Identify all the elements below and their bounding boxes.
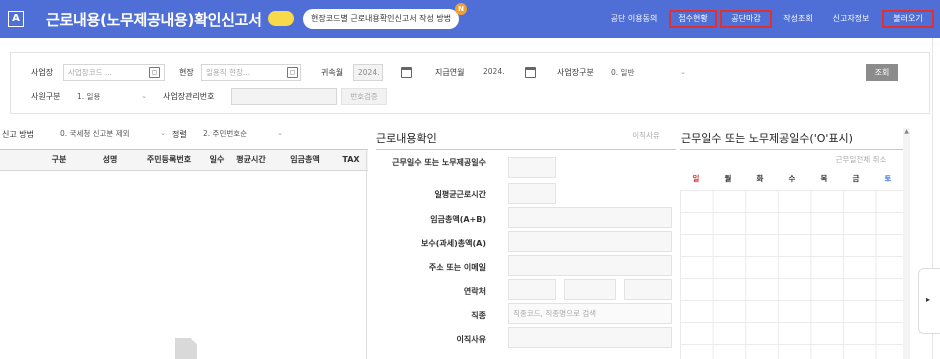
pay-year-label: 지급연월 [435,68,465,77]
report-method-label: 신고 방법 [2,130,34,139]
consent-button[interactable]: 공단 이용동의 [603,10,665,28]
col-avg-hours[interactable]: 평균시간 [230,150,272,170]
calendar-divider [680,149,908,150]
emp-type-select[interactable]: 1. 일용 ⌄ [77,88,147,105]
pay-year-input[interactable]: 2024. [479,64,515,81]
app-title: 근로내용(노무제공내용)확인신고서 [46,11,262,29]
employee-table-header: 구분 성명 주민등록번호 일수 평균시간 임금총액 TAX [0,149,368,171]
site-lookup-icon[interactable]: ▢ [149,67,160,78]
pay-year-calendar-icon[interactable] [525,67,536,78]
job-type-label: 직종 [471,311,486,320]
clear-all-days-button[interactable]: 근무일전체 취소 [822,152,900,169]
weekday-tue: 화 [756,174,764,183]
belong-month-input[interactable]: 2024. [353,64,383,81]
sort-select[interactable]: 2. 주민번호순 ⌄ [203,125,283,142]
col-rrn[interactable]: 주민등록번호 [136,150,202,170]
reporter-info-button[interactable]: 신고자정보 [824,10,878,28]
chevron-down-icon: ⌄ [160,129,166,137]
table-divider [366,149,367,359]
work-confirm-divider [376,149,676,150]
address-email-label: 주소 또는 이메일 [428,263,486,272]
chevron-down-icon: ⌄ [141,92,147,100]
load-button[interactable]: 불러오기 [882,10,934,28]
col-total-wage[interactable]: 임금총액 [280,150,330,170]
write-query-button[interactable]: 작성조회 [776,10,820,28]
job-type-search-input[interactable]: 직종코드, 직종명으로 검색 [508,303,672,324]
site-label: 사업장 [31,68,54,77]
contact-field-2[interactable] [564,279,616,300]
new-badge: N [455,3,467,15]
report-method-select[interactable]: 0. 국세청 신고분 제외 ⌄ [60,125,166,142]
chevron-right-icon: ▸ [926,295,931,304]
calendar-weekday-header: 일 월 화 수 목 금 토 [680,170,908,188]
total-wage-field[interactable] [508,207,672,228]
belong-month-label: 귀속월 [321,68,344,77]
mgmt-no-label: 사업장관리번호 [163,92,215,101]
weekday-fri: 금 [852,174,860,183]
col-name[interactable]: 성명 [90,150,130,170]
leave-reason-field[interactable] [508,327,672,348]
leave-reason-label: 이직사유 [456,335,486,344]
sort-label: 정렬 [172,130,187,139]
address-email-field[interactable] [508,255,672,276]
total-wage-label: 임금총액(A+B) [430,215,486,224]
biz-type-label: 사업장구분 [557,68,594,77]
mgmt-no-input[interactable] [231,88,337,105]
reason-button[interactable]: 이직사유 [622,128,670,145]
guide-toggle[interactable] [268,11,294,26]
app-header: A 근로내용(노무제공내용)확인신고서 현장코드별 근로내용확인신고서 작성 방… [0,0,940,38]
work-days-field[interactable] [508,157,556,178]
receipt-status-button[interactable]: 접수현황 [669,10,717,28]
calendar-grid[interactable] [680,190,908,359]
query-button[interactable]: 조회 [866,64,898,81]
contact-field-1[interactable] [508,279,556,300]
side-panel-toggle[interactable]: ▸ [918,268,940,334]
work-days-label: 근무일수 또는 노무제공일수 [392,158,486,167]
weekday-wed: 수 [788,174,796,183]
emp-type-label: 사원구분 [31,92,61,101]
weekday-thu: 목 [820,174,828,183]
col-days[interactable]: 일수 [205,150,229,170]
app-logo-icon: A [8,11,24,27]
search-panel: 사업장 사업장코드 ... ▢ 현장 일용직 현장... ▢ 귀속월 2024.… [10,52,930,114]
empty-document-icon [175,338,197,359]
chevron-down-icon: ⌄ [277,129,283,137]
verify-button[interactable]: 번호검증 [341,88,387,105]
avg-hours-field[interactable] [508,183,556,204]
avg-hours-label: 일평균근로시간 [434,190,486,199]
col-type[interactable]: 구분 [42,150,76,170]
col-tax[interactable]: TAX [338,150,364,170]
guide-link[interactable]: 현장코드별 근로내용확인신고서 작성 방법 [303,9,460,29]
weekday-sat: 토 [884,174,892,183]
calendar-scrollbar[interactable] [903,128,910,359]
agency-close-button[interactable]: 공단마감 [720,10,772,28]
field-label: 현장 [179,68,194,77]
field-lookup-icon[interactable]: ▢ [287,67,298,78]
taxable-total-label: 보수(과세)총액(A) [421,239,486,248]
weekday-sun: 일 [692,174,700,183]
field-input[interactable]: 일용직 현장... [201,64,301,81]
work-confirm-title: 근로내용확인 [376,132,437,145]
belong-month-calendar-icon[interactable] [401,67,412,78]
weekday-mon: 월 [724,174,732,183]
scroll-up-icon[interactable]: ▲ [903,128,910,135]
contact-label: 연락처 [463,287,486,296]
contact-field-3[interactable] [624,279,672,300]
biz-type-select[interactable]: 0. 일반 ⌄ [611,64,686,81]
calendar-title: 근무일수 또는 노무제공일수('O'표시) [681,132,853,145]
chevron-down-icon: ⌄ [680,68,686,76]
taxable-total-field[interactable] [508,231,672,252]
